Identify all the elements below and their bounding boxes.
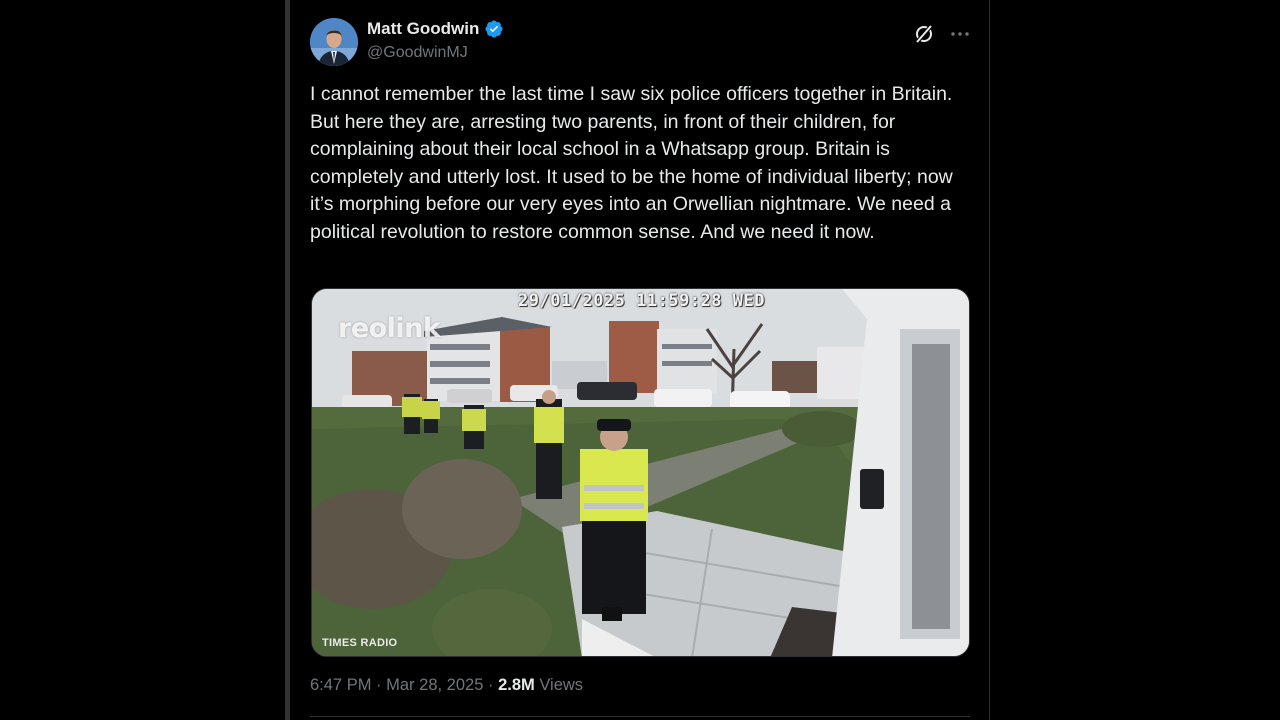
tweet-text: I cannot remember the last time I saw si…: [310, 83, 959, 243]
more-options-icon[interactable]: [948, 22, 972, 46]
tweet: Matt Goodwin @GoodwinMJ I cannot remembe…: [290, 0, 989, 720]
meta-separator: ·: [487, 676, 494, 694]
author-handle[interactable]: @GoodwinMJ: [367, 44, 468, 62]
avatar[interactable]: [310, 18, 358, 66]
verified-badge-icon: [484, 19, 504, 39]
views-label: Views: [539, 676, 584, 694]
tweet-video[interactable]: 29/01/2025 11:59:28 WED reolink TIMES RA…: [311, 288, 970, 657]
divider: [310, 716, 970, 717]
grok-icon[interactable]: [912, 22, 936, 46]
meta-separator: ·: [376, 676, 382, 694]
video-frame-image: [312, 289, 969, 656]
page-frame: Matt Goodwin @GoodwinMJ I cannot remembe…: [0, 0, 1280, 720]
tweet-time[interactable]: 6:47 PM: [310, 676, 371, 694]
column-border-right: [989, 0, 990, 720]
tweet-meta: 6:47 PM · Mar 28, 2025 · 2.8M Views: [310, 676, 583, 695]
name-row: Matt Goodwin: [367, 19, 504, 39]
tweet-date[interactable]: Mar 28, 2025: [386, 676, 483, 694]
avatar-image: [310, 18, 358, 66]
camera-brand-watermark: reolink: [338, 313, 441, 344]
tweet-header: Matt Goodwin @GoodwinMJ: [310, 16, 970, 68]
author-display-name[interactable]: Matt Goodwin: [367, 19, 479, 39]
media-credit-label: TIMES RADIO: [322, 637, 398, 649]
camera-timestamp: 29/01/2025 11:59:28 WED: [518, 291, 765, 311]
views-count: 2.8M: [498, 676, 535, 694]
